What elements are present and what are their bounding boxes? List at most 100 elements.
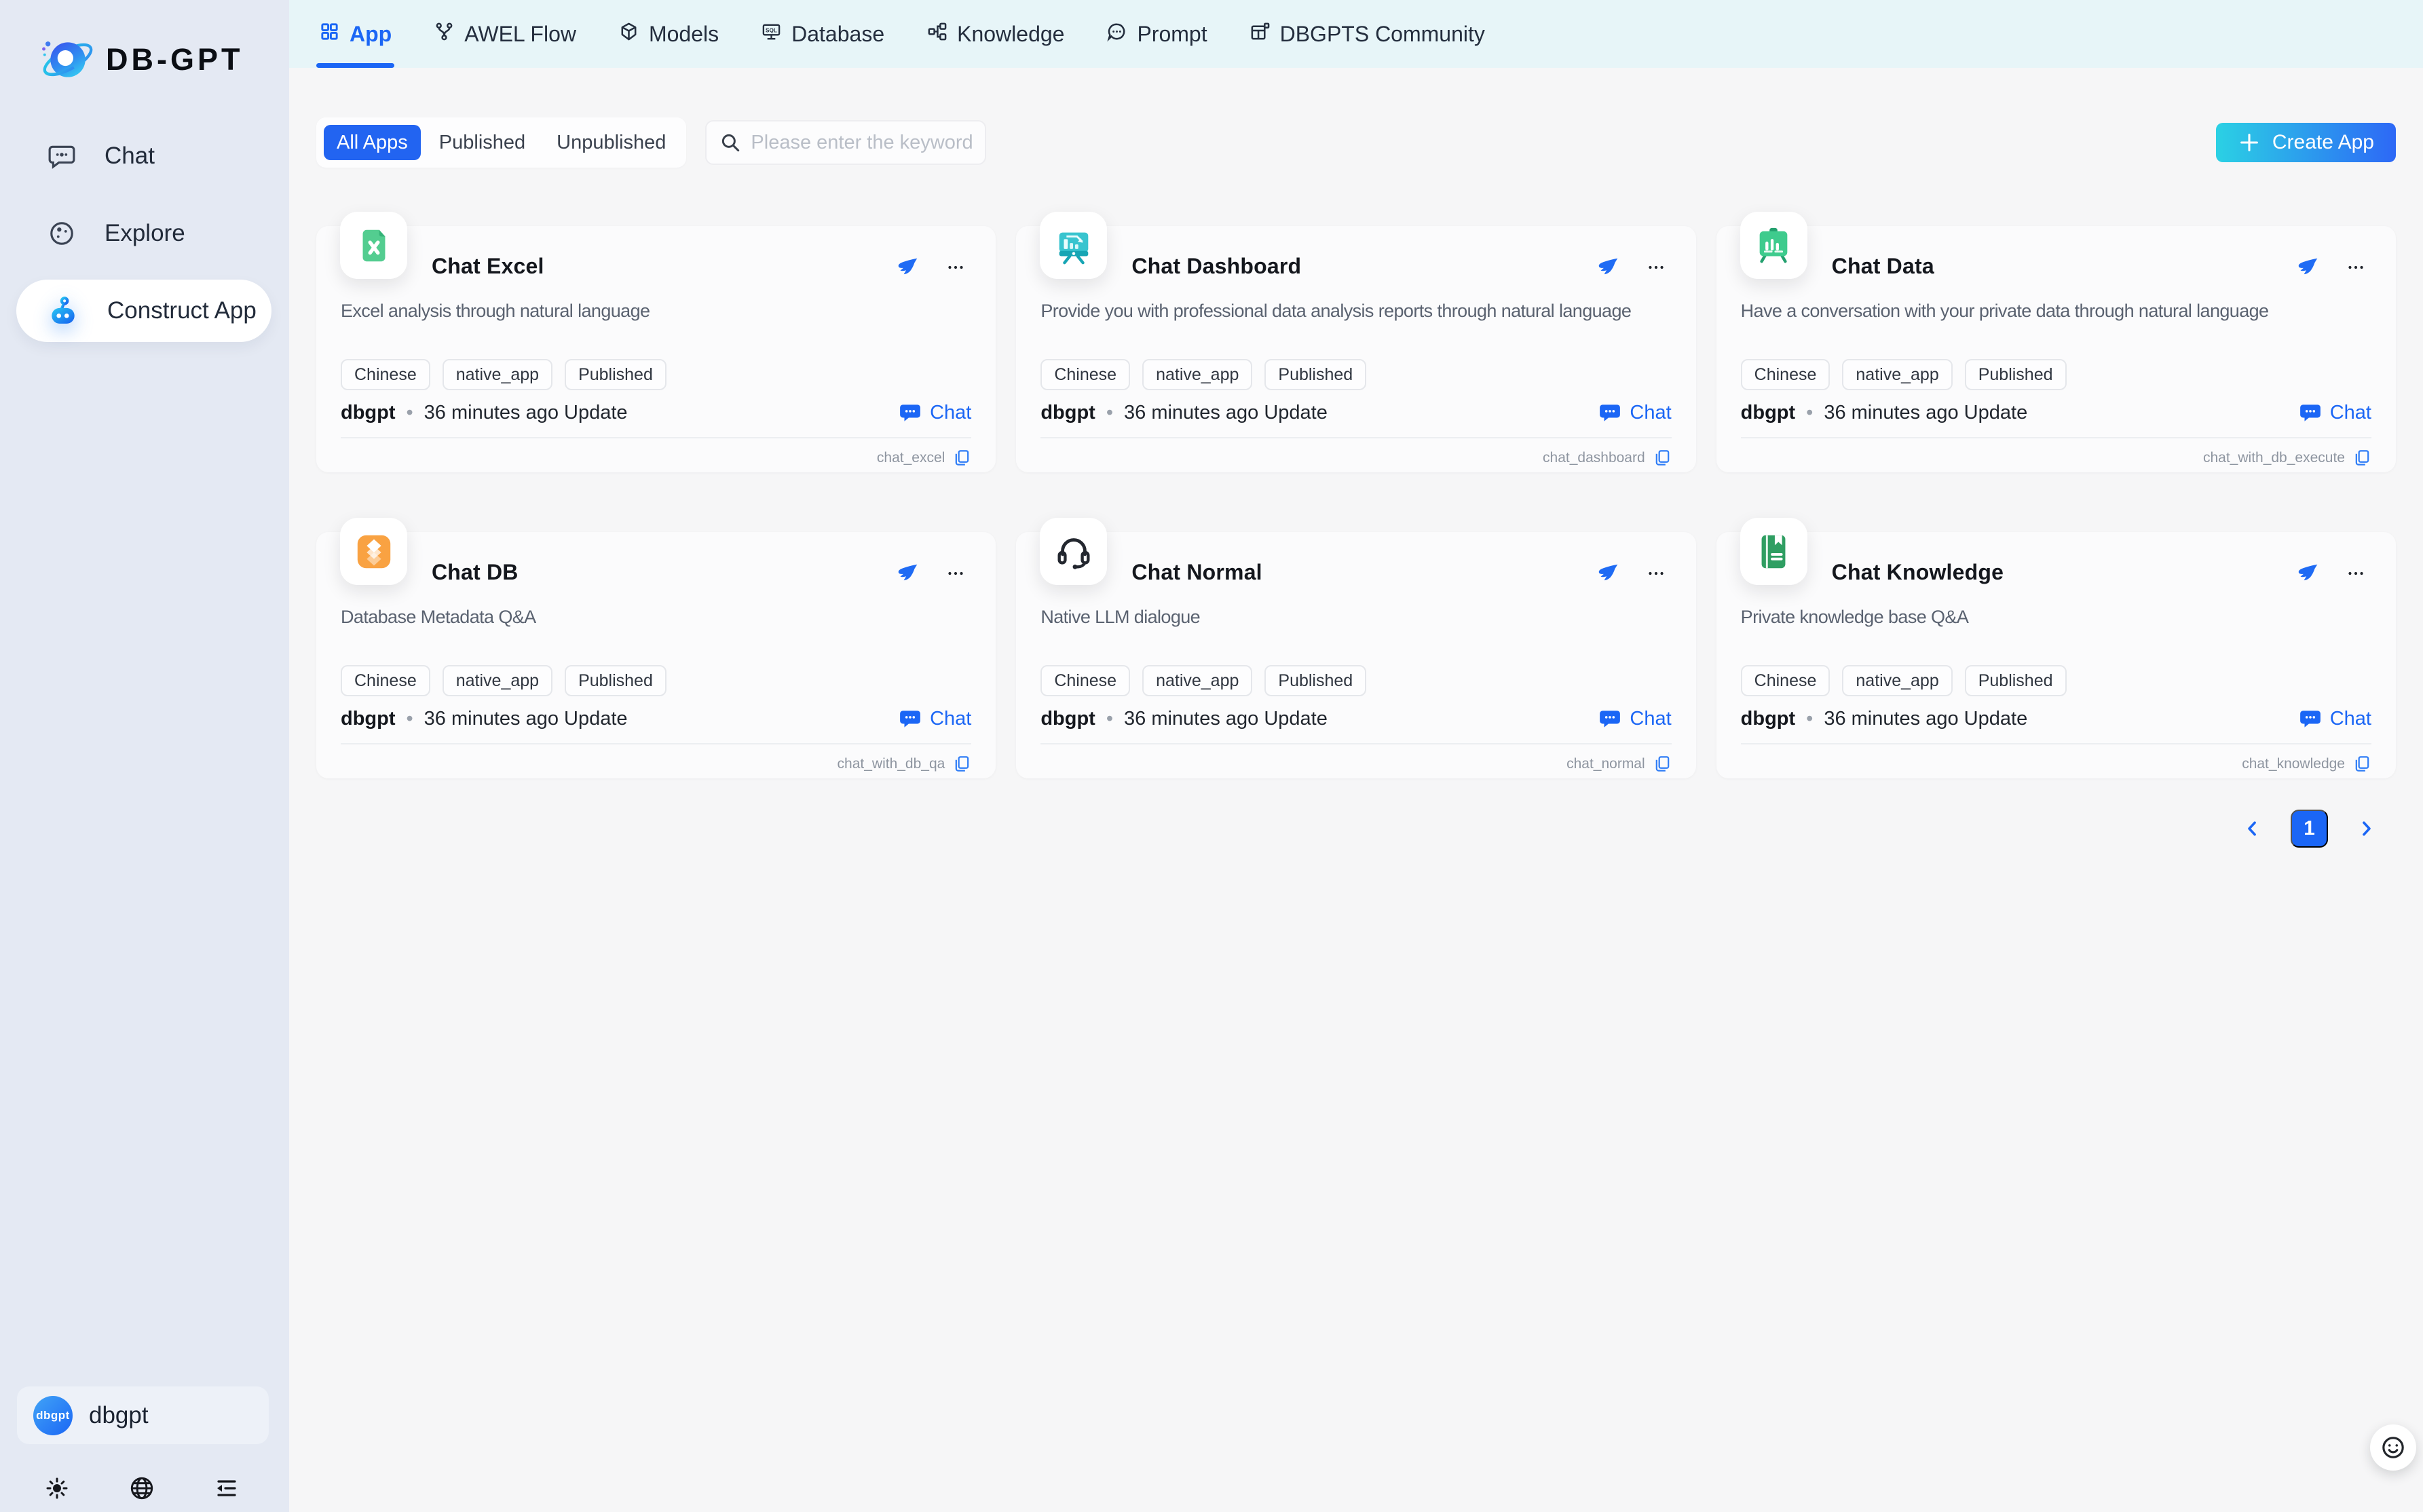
- meta-bullet: •: [1806, 402, 1813, 424]
- app-card-grid: Chat Excel Excel analysis through natura…: [316, 226, 2396, 778]
- copy-icon[interactable]: [2353, 449, 2371, 467]
- sidebar-item-explore[interactable]: Explore: [16, 202, 271, 265]
- dingtalk-share-icon[interactable]: [895, 561, 921, 586]
- chat-link[interactable]: Chat: [1598, 707, 1671, 730]
- app-title: Chat Dashboard: [1131, 254, 1301, 279]
- more-icon[interactable]: [943, 254, 969, 280]
- copy-icon[interactable]: [953, 449, 971, 467]
- pagination: 1: [316, 810, 2396, 848]
- tab-knowledge[interactable]: Knowledge: [926, 0, 1064, 68]
- chat-link-label: Chat: [1630, 708, 1671, 730]
- sidebar: DB-GPT Chat Explore: [0, 0, 289, 1512]
- smiley-icon: [2379, 1433, 2407, 1462]
- chat-link[interactable]: Chat: [2299, 707, 2371, 730]
- sidebar-item-chat[interactable]: Chat: [16, 125, 271, 187]
- copy-icon[interactable]: [2353, 755, 2371, 773]
- chat-link[interactable]: Chat: [1598, 401, 1671, 424]
- tab-label: App: [350, 22, 392, 47]
- sidebar-item-label: Chat: [105, 143, 155, 170]
- user-profile[interactable]: dbgpt dbgpt: [17, 1386, 269, 1444]
- filter-all-apps[interactable]: All Apps: [324, 125, 421, 160]
- more-icon[interactable]: [1643, 561, 1669, 586]
- app-code: chat_with_db_qa: [838, 756, 945, 772]
- app-title: Chat DB: [432, 560, 519, 585]
- theme-sun-icon[interactable]: [43, 1475, 71, 1502]
- sidebar-item-construct-app[interactable]: Construct App: [16, 280, 271, 342]
- dingtalk-share-icon[interactable]: [2295, 254, 2321, 280]
- app-code-row: chat_normal: [1566, 755, 1672, 773]
- sql-monitor-icon: SQL: [761, 21, 782, 48]
- chat-link[interactable]: Chat: [2299, 401, 2371, 424]
- tab-label: Database: [791, 22, 884, 47]
- filter-unpublished[interactable]: Unpublished: [544, 125, 679, 160]
- app-card[interactable]: Chat DB Database Metadata Q&A Chinesenat…: [316, 532, 996, 778]
- page-number-button[interactable]: 1: [2291, 810, 2328, 848]
- tab-models[interactable]: Models: [618, 0, 719, 68]
- more-icon[interactable]: [2343, 254, 2369, 280]
- collapse-menu-icon[interactable]: [213, 1475, 240, 1502]
- copy-icon[interactable]: [953, 755, 971, 773]
- more-icon[interactable]: [943, 561, 969, 586]
- app-card[interactable]: Chat Excel Excel analysis through natura…: [316, 226, 996, 472]
- tab-database[interactable]: SQL Database: [761, 0, 884, 68]
- app-card[interactable]: Chat Dashboard Provide you with professi…: [1016, 226, 1695, 472]
- app-code-row: chat_excel: [877, 449, 971, 467]
- tab-prompt[interactable]: Prompt: [1106, 0, 1207, 68]
- app-description: Excel analysis through natural language: [341, 301, 978, 322]
- next-page-button[interactable]: [2351, 814, 2381, 844]
- tag-pill: native_app: [1142, 359, 1252, 390]
- app-tags: Chinesenative_appPublished: [1741, 359, 2067, 390]
- tab-dbgpts-community[interactable]: DBGPTS Community: [1250, 0, 1485, 68]
- chat-bubble-icon: [48, 142, 76, 170]
- app-code: chat_excel: [877, 450, 945, 466]
- app-card[interactable]: Chat Normal Native LLM dialogue Chinesen…: [1016, 532, 1695, 778]
- app-title: Chat Normal: [1131, 560, 1262, 585]
- divider: [341, 437, 971, 438]
- create-app-button[interactable]: Create App: [2216, 123, 2396, 162]
- user-name: dbgpt: [89, 1402, 149, 1429]
- prev-page-button[interactable]: [2238, 814, 2268, 844]
- more-icon[interactable]: [2343, 561, 2369, 586]
- app-title: Chat Data: [1832, 254, 1934, 279]
- sidebar-nav: Chat Explore: [16, 125, 271, 342]
- tag-pill: Published: [1264, 665, 1366, 696]
- dingtalk-share-icon[interactable]: [895, 254, 921, 280]
- toolbar: All Apps Published Unpublished Cr: [316, 117, 2396, 168]
- app-icon: [1040, 212, 1107, 279]
- card-actions: [2295, 254, 2369, 280]
- app-card[interactable]: Chat Data Have a conversation with your …: [1716, 226, 2396, 472]
- dingtalk-share-icon[interactable]: [1596, 561, 1621, 586]
- copy-icon[interactable]: [1653, 449, 1672, 467]
- language-globe-icon[interactable]: [128, 1474, 156, 1502]
- search-input[interactable]: [751, 132, 973, 154]
- svg-text:SQL: SQL: [766, 27, 777, 33]
- chat-link[interactable]: Chat: [899, 707, 971, 730]
- card-actions: [1596, 561, 1669, 586]
- chat-link[interactable]: Chat: [899, 401, 971, 424]
- chat-link-label: Chat: [2330, 708, 2371, 730]
- app-updated: 36 minutes ago Update: [424, 402, 628, 424]
- tag-pill: native_app: [1842, 359, 1952, 390]
- app-owner: dbgpt: [1040, 708, 1095, 730]
- app-code-row: chat_dashboard: [1543, 449, 1672, 467]
- planet-logo-icon: [38, 30, 98, 90]
- app-card[interactable]: Chat Knowledge Private knowledge base Q&…: [1716, 532, 2396, 778]
- app-updated: 36 minutes ago Update: [424, 708, 628, 730]
- app-meta: dbgpt • 36 minutes ago Update Chat: [341, 401, 971, 424]
- app-icon: [1740, 518, 1807, 585]
- feedback-button[interactable]: [2370, 1424, 2416, 1471]
- filter-published[interactable]: Published: [426, 125, 538, 160]
- dingtalk-share-icon[interactable]: [2295, 561, 2321, 586]
- copy-icon[interactable]: [1653, 755, 1672, 773]
- app-description: Database Metadata Q&A: [341, 607, 978, 628]
- divider: [1040, 437, 1671, 438]
- more-icon[interactable]: [1643, 254, 1669, 280]
- app-code-row: chat_with_db_execute: [2203, 449, 2371, 467]
- dingtalk-share-icon[interactable]: [1596, 254, 1621, 280]
- tab-app[interactable]: App: [319, 0, 392, 68]
- tag-pill: Chinese: [1741, 665, 1830, 696]
- chat-bubble-blue-icon: [1598, 707, 1621, 730]
- tag-pill: Published: [565, 665, 666, 696]
- app-description: Private knowledge base Q&A: [1741, 607, 2378, 628]
- tab-awel-flow[interactable]: AWEL Flow: [434, 0, 576, 68]
